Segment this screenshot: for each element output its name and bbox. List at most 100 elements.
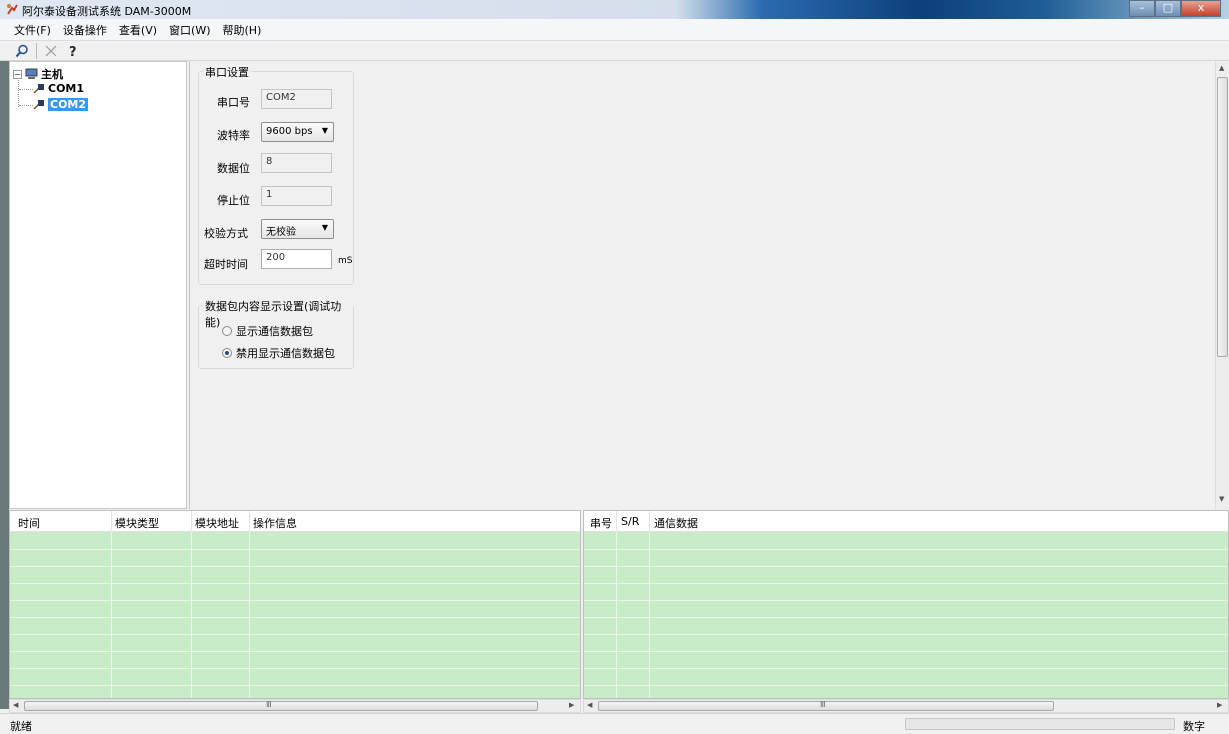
column-module-type[interactable]: 模块类型 [115,515,159,531]
search-button[interactable] [14,43,30,59]
column-comm-data[interactable]: 通信数据 [654,515,698,531]
tree-line [19,105,33,106]
grid-line [584,583,1228,584]
vertical-scrollbar[interactable]: ▲ ▼ [1215,61,1229,509]
header-divider[interactable] [616,511,617,532]
radio-show-packets[interactable]: 显示通信数据包 [222,323,313,339]
grid-line [584,685,1228,686]
radio-label: 显示通信数据包 [236,325,313,338]
scroll-thumb[interactable] [1217,77,1228,357]
baud-label: 波特率 [217,129,250,142]
settings-pane: 串口设置 串口号 COM2 波特率 9600 bps ▼ 数据位 8 停止位 1… [189,61,1229,509]
help-icon: ? [69,45,77,58]
baud-value: 9600 bps [266,126,313,137]
device-tree: − 主机 COM1 COM2 [9,61,187,509]
radio-disable-packets[interactable]: 禁用显示通信数据包 [222,345,335,361]
stopbits-field: 1 [261,186,332,206]
menu-help[interactable]: 帮助(H) [223,22,262,38]
column-send-receive[interactable]: S/R [621,515,639,528]
port-label: 串口号 [217,96,250,109]
radio-button[interactable] [222,326,232,336]
header-divider[interactable] [191,511,192,532]
grid-line [249,532,250,698]
menu-bar: 文件(F) 设备操作 查看(V) 窗口(W) 帮助(H) [0,19,1229,41]
serial-port-icon [33,84,44,94]
title-bar: 阿尔泰设备测试系统 DAM-3000M – □ x [0,0,1229,19]
grid-line [191,532,192,698]
app-icon [7,4,18,15]
horizontal-scrollbar-right[interactable]: ◀ Ⅲ ▶ [583,699,1229,713]
maximize-button[interactable]: □ [1155,0,1181,17]
toolbar: ? [0,41,1229,61]
timeout-label: 超时时间 [204,258,248,271]
grid-line [10,617,580,618]
grid-line [584,617,1228,618]
collapse-icon[interactable]: − [13,69,22,79]
parity-select[interactable]: 无校验 ▼ [261,219,334,239]
delete-button[interactable] [43,43,59,59]
scroll-right-icon[interactable]: ▶ [1217,701,1222,709]
computer-icon [25,68,38,79]
scroll-thumb[interactable] [24,701,538,711]
grid-line [10,600,580,601]
scroll-left-icon[interactable]: ◀ [587,701,592,709]
tree-item-com1[interactable]: COM1 [33,82,84,95]
tree-root-label: 主机 [41,68,63,81]
scroll-up-icon[interactable]: ▲ [1219,64,1224,72]
grid-line [10,651,580,652]
grid-line [10,549,580,550]
column-time[interactable]: 时间 [18,515,40,531]
grip-icon: Ⅲ [820,700,826,709]
minimize-button[interactable]: – [1129,0,1155,17]
timeout-input[interactable]: 200 [261,249,332,269]
tree-item-label-selected: COM2 [48,98,89,111]
column-module-address[interactable]: 模块地址 [195,515,239,531]
tree-root[interactable]: − 主机 [13,66,63,82]
column-operation-info[interactable]: 操作信息 [253,515,297,531]
tree-item-com2[interactable]: COM2 [33,98,89,111]
grid-line [584,600,1228,601]
menu-view[interactable]: 查看(V) [119,22,157,38]
communication-log: 串号 S/R 通信数据 [583,510,1229,699]
operation-log: 时间 模块类型 模块地址 操作信息 [9,510,581,699]
help-button[interactable]: ? [65,43,81,59]
stopbits-label: 停止位 [217,194,250,207]
left-edge [0,61,9,709]
menu-device[interactable]: 设备操作 [63,22,107,38]
chevron-down-icon: ▼ [321,223,328,232]
radio-label: 禁用显示通信数据包 [236,347,335,360]
header-divider[interactable] [249,511,250,532]
grid-line [616,532,617,698]
delete-icon [45,45,57,56]
group-title: 串口设置 [203,64,251,80]
grid-line [10,583,580,584]
scroll-down-icon[interactable]: ▼ [1219,495,1224,503]
serial-port-icon [33,100,44,110]
grid-line [584,634,1228,635]
grid-line [649,532,650,698]
window-title: 阿尔泰设备测试系统 DAM-3000M [22,5,192,18]
header-divider[interactable] [649,511,650,532]
scroll-thumb[interactable] [598,701,1054,711]
log-header: 时间 模块类型 模块地址 操作信息 [10,511,580,532]
search-icon [15,44,28,57]
grid-line [584,651,1228,652]
menu-file[interactable]: 文件(F) [14,22,51,38]
port-field: COM2 [261,89,332,109]
scroll-left-icon[interactable]: ◀ [13,701,18,709]
column-serial-no[interactable]: 串号 [590,515,612,531]
databits-field: 8 [261,153,332,173]
tree-line [19,89,33,90]
svg-text:?: ? [69,45,77,58]
header-divider[interactable] [111,511,112,532]
horizontal-scrollbar-left[interactable]: ◀ Ⅲ ▶ [9,699,581,713]
radio-button-checked[interactable] [222,348,232,358]
scroll-right-icon[interactable]: ▶ [569,701,574,709]
grid-line [10,685,580,686]
close-button[interactable]: x [1181,0,1221,17]
timeout-unit: mS [338,256,353,266]
menu-window[interactable]: 窗口(W) [169,22,210,38]
grid-line [10,668,580,669]
grid-line [584,566,1228,567]
baud-select[interactable]: 9600 bps ▼ [261,122,334,142]
